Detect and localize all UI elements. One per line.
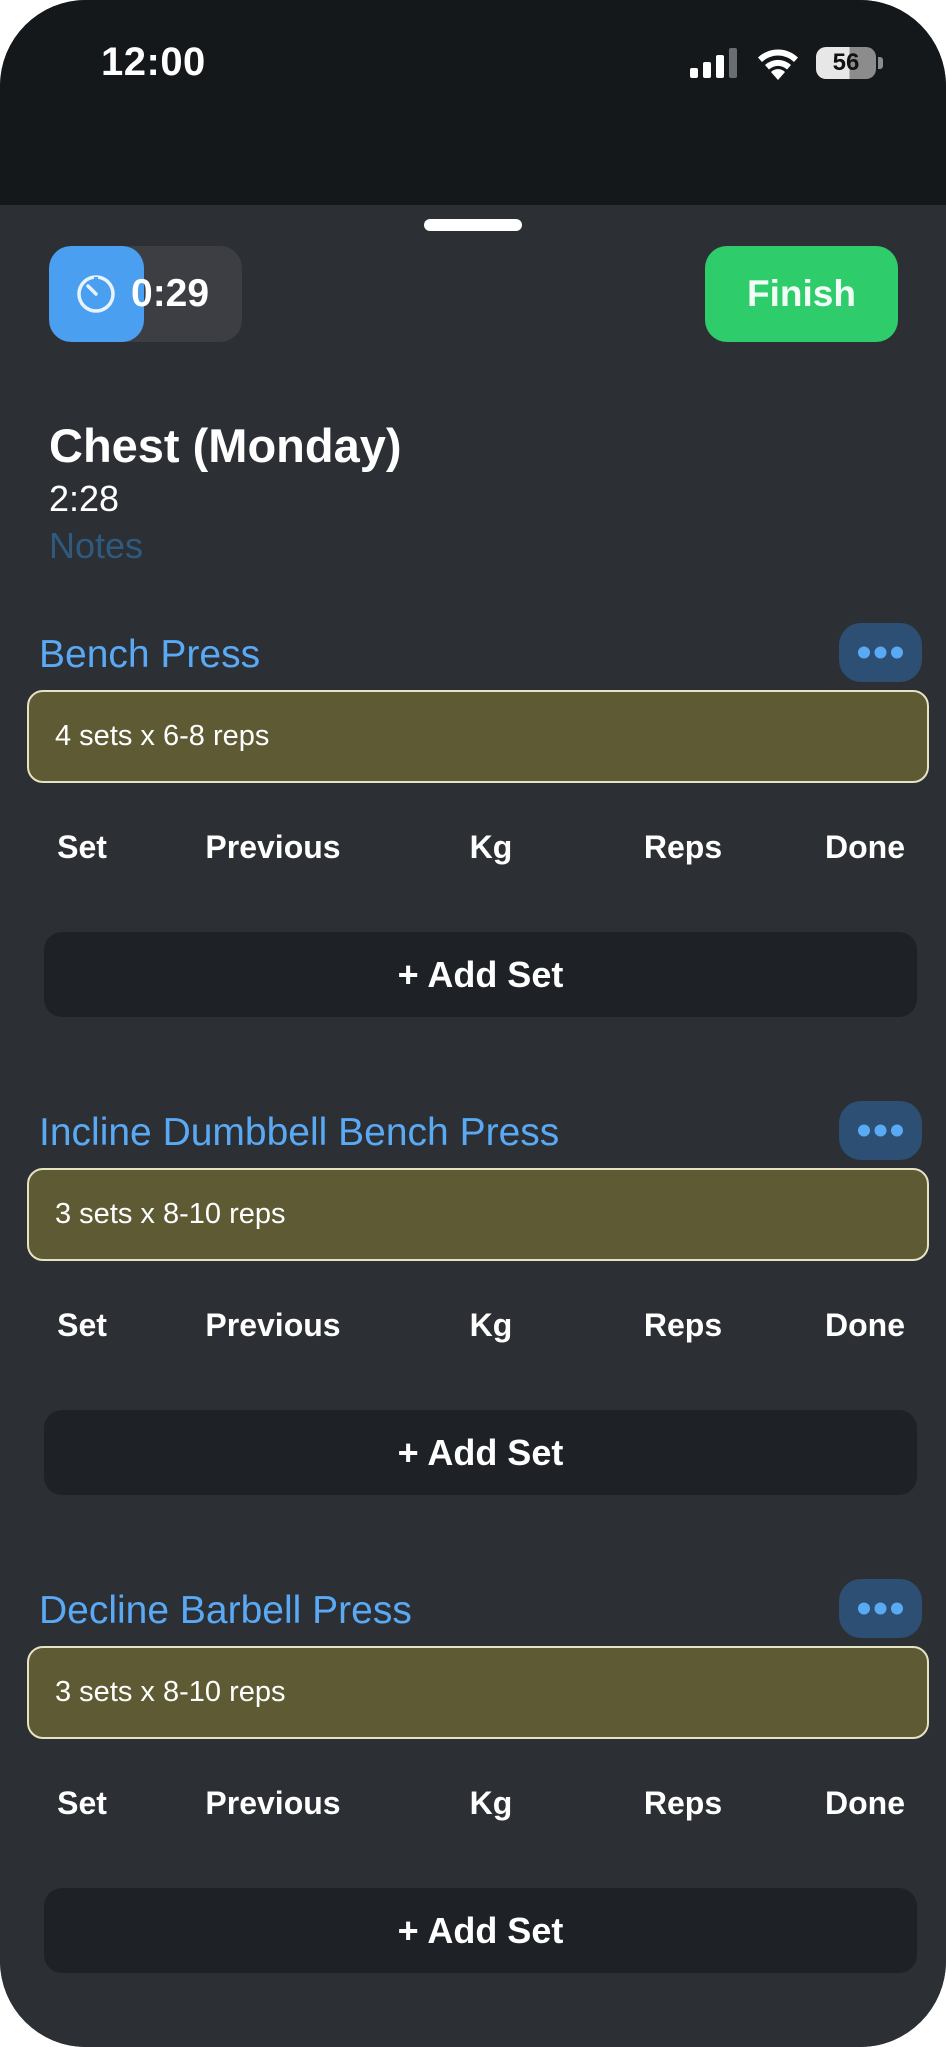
exercise-target[interactable]: 4 sets x 6-8 reps <box>27 690 929 783</box>
column-header-reps: Reps <box>643 829 723 865</box>
more-icon <box>858 646 903 659</box>
exercise-name[interactable]: Incline Dumbbell Bench Press <box>39 1111 559 1155</box>
column-header-set: Set <box>57 829 107 865</box>
cellular-signal-icon <box>690 48 737 78</box>
add-set-button[interactable]: + Add Set <box>44 1888 917 1973</box>
rest-timer-button[interactable]: 0:29 <box>49 246 242 342</box>
sheet-grabber[interactable] <box>424 219 522 231</box>
target-text: 3 sets x 8-10 reps <box>55 1198 286 1230</box>
exercise-name[interactable]: Bench Press <box>39 633 260 677</box>
exercise-block: Decline Barbell Press 3 sets x 8-10 reps… <box>0 1579 946 2047</box>
status-time: 12:00 <box>101 40 206 84</box>
exercise-target[interactable]: 3 sets x 8-10 reps <box>27 1168 929 1261</box>
target-text: 3 sets x 8-10 reps <box>55 1676 286 1708</box>
status-bar: 12:00 56 <box>0 0 946 205</box>
finish-button[interactable]: Finish <box>705 246 898 342</box>
more-icon <box>858 1124 903 1137</box>
column-header-kg: Kg <box>469 829 513 865</box>
workout-title[interactable]: Chest (Monday) <box>49 418 402 473</box>
column-header-reps: Reps <box>643 1307 723 1343</box>
column-header-previous: Previous <box>205 1785 341 1821</box>
notes-field[interactable]: Notes <box>49 525 143 567</box>
column-header-done: Done <box>825 1785 905 1821</box>
more-icon <box>858 1602 903 1615</box>
rest-timer-value: 0:29 <box>131 272 210 315</box>
exercise-name[interactable]: Decline Barbell Press <box>39 1589 412 1633</box>
battery-level: 56 <box>832 49 860 76</box>
exercise-more-button[interactable] <box>839 1101 922 1160</box>
phone-screen: 12:00 56 0:29 Finish Chest (Monday) 2:28… <box>0 0 946 2047</box>
wifi-icon <box>758 49 798 80</box>
battery-icon: 56 <box>816 47 884 79</box>
exercise-more-button[interactable] <box>839 623 922 682</box>
column-header-set: Set <box>57 1785 107 1821</box>
timer-icon <box>77 275 115 313</box>
column-header-previous: Previous <box>205 1307 341 1343</box>
column-header-previous: Previous <box>205 829 341 865</box>
add-set-button[interactable]: + Add Set <box>44 932 917 1017</box>
exercise-block: Bench Press 4 sets x 6-8 reps Set Previo… <box>0 623 946 1101</box>
column-header-reps: Reps <box>643 1785 723 1821</box>
workout-duration: 2:28 <box>49 478 120 519</box>
column-header-done: Done <box>825 829 905 865</box>
column-header-kg: Kg <box>469 1307 513 1343</box>
column-header-kg: Kg <box>469 1785 513 1821</box>
workout-sheet: 0:29 Finish Chest (Monday) 2:28 Notes Be… <box>0 205 946 2047</box>
exercise-target[interactable]: 3 sets x 8-10 reps <box>27 1646 929 1739</box>
battery-tip <box>878 57 883 69</box>
exercise-more-button[interactable] <box>839 1579 922 1638</box>
column-header-done: Done <box>825 1307 905 1343</box>
exercise-block: Incline Dumbbell Bench Press 3 sets x 8-… <box>0 1101 946 1579</box>
target-text: 4 sets x 6-8 reps <box>55 720 270 752</box>
column-header-set: Set <box>57 1307 107 1343</box>
add-set-button[interactable]: + Add Set <box>44 1410 917 1495</box>
